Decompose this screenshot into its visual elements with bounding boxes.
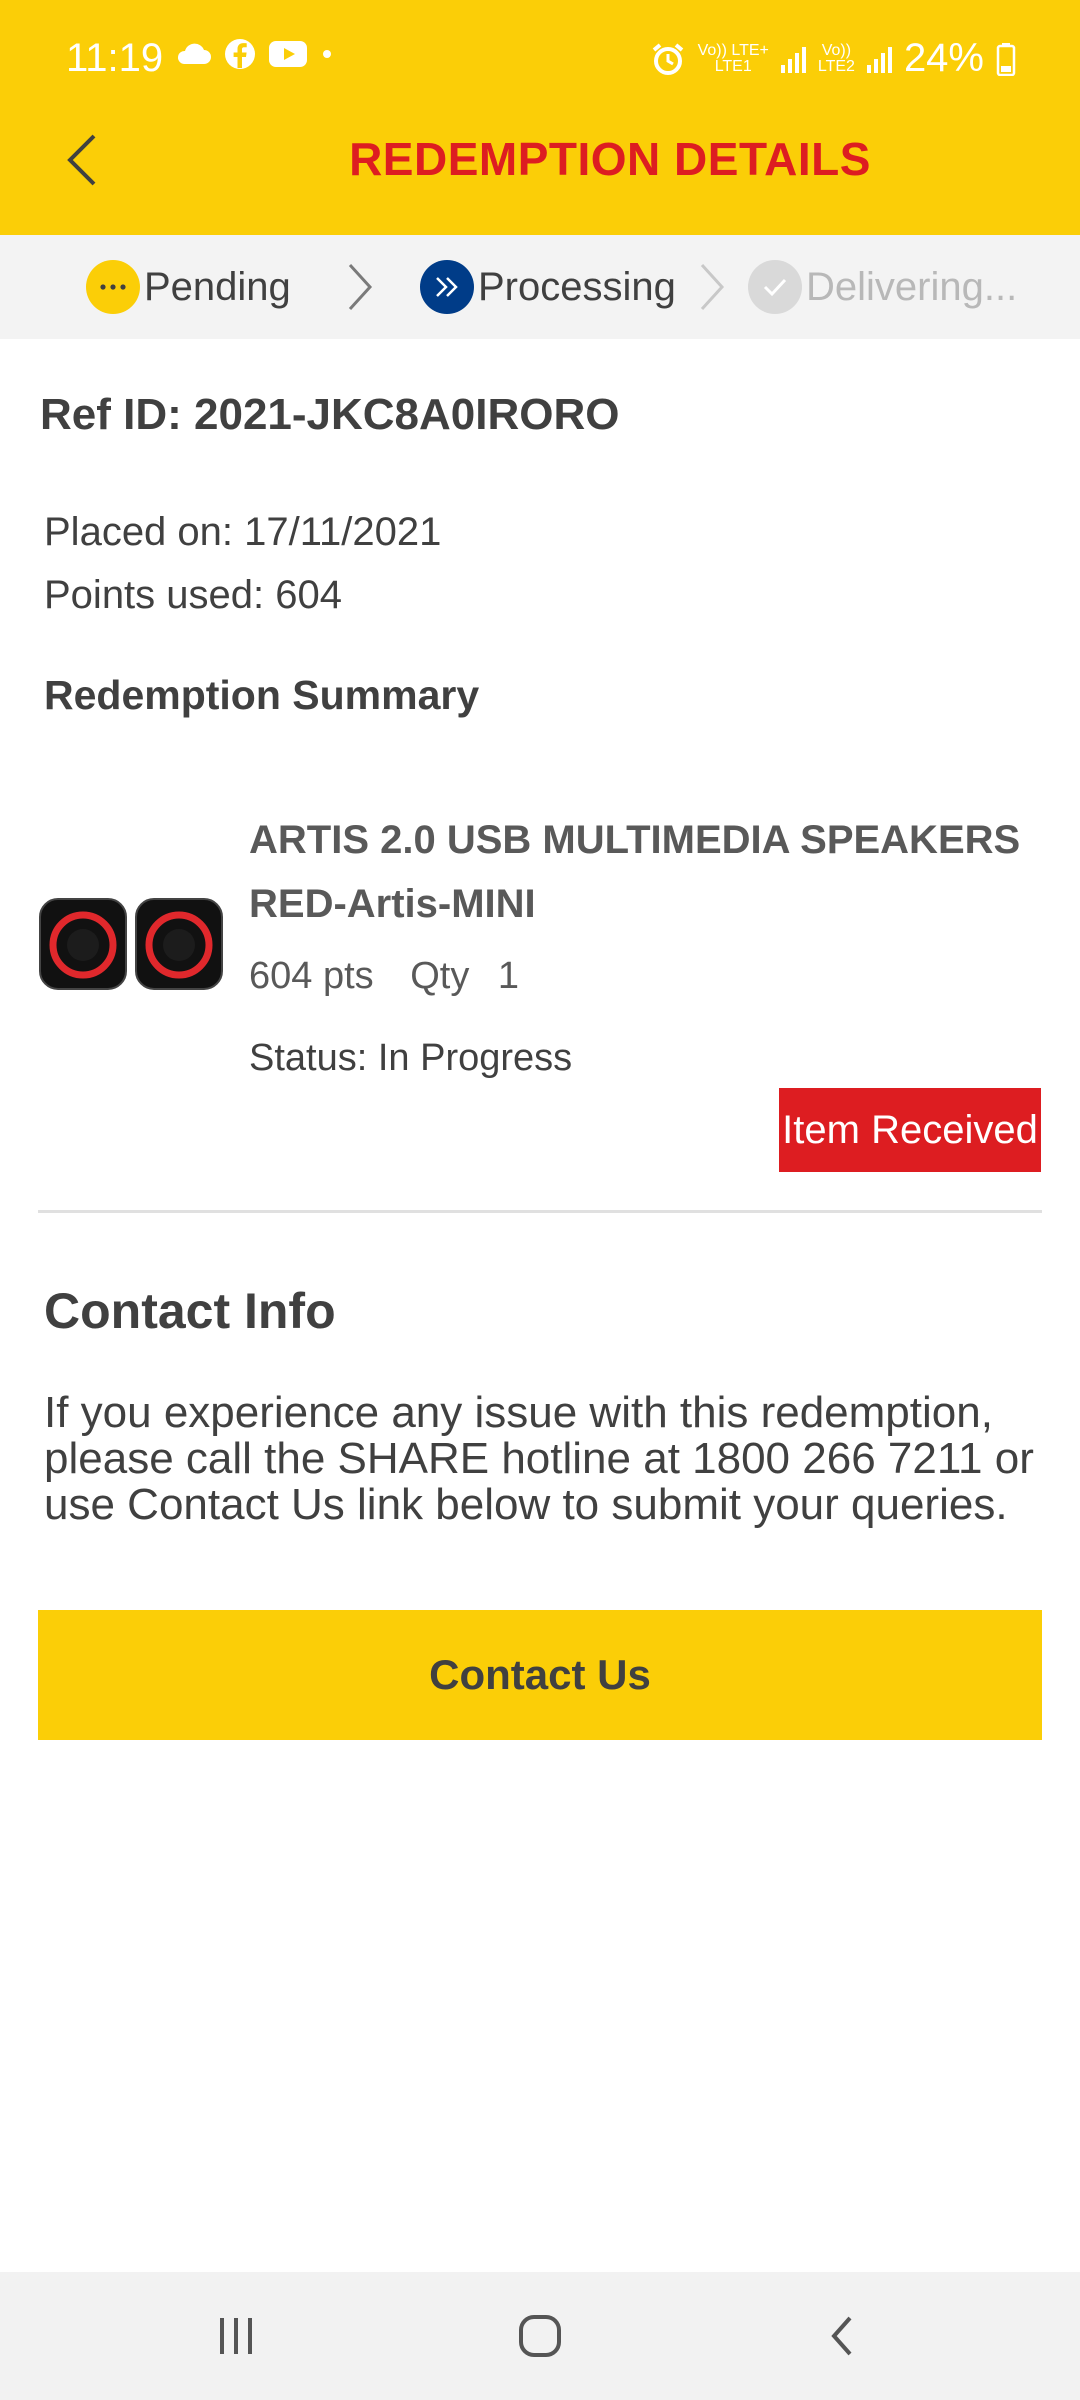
status-bar: 11:19 Vo)) LTE+ LTE1 Vo)) LTE2 24%	[0, 0, 1080, 120]
step-pending: Pending	[86, 259, 291, 315]
signal-icon	[866, 45, 892, 73]
ellipsis-icon	[86, 260, 140, 314]
contact-info-title: Contact Info	[44, 1283, 336, 1339]
home-button[interactable]	[500, 2296, 580, 2376]
divider	[38, 1210, 1042, 1213]
signal-icon	[780, 45, 806, 73]
qty-value: 1	[497, 955, 520, 997]
check-icon	[748, 260, 802, 314]
points-used: Points used: 604	[44, 573, 342, 617]
facebook-icon	[225, 39, 255, 69]
app-header: 11:19 Vo)) LTE+ LTE1 Vo)) LTE2 24% REDEM…	[0, 0, 1080, 235]
alarm-icon	[652, 42, 683, 75]
redemption-summary-title: Redemption Summary	[44, 672, 480, 718]
page-title: REDEMPTION DETAILS	[349, 133, 871, 185]
step-processing: Processing	[420, 259, 676, 315]
ref-id: Ref ID: 2021-JKC8A0IRORO	[40, 390, 620, 439]
battery-icon	[996, 42, 1016, 76]
chevron-right-icon	[348, 263, 373, 311]
product-status: Status: In Progress	[249, 1037, 573, 1079]
status-stepper: Pending Processing Delivering...	[0, 235, 1080, 339]
item-received-button[interactable]: Item Received	[779, 1088, 1041, 1172]
system-nav-bar	[0, 2272, 1080, 2400]
recent-apps-button[interactable]	[196, 2296, 276, 2376]
redemption-details-screen: 11:19 Vo)) LTE+ LTE1 Vo)) LTE2 24% REDEM…	[0, 0, 1080, 2400]
step-delivering: Delivering...	[748, 259, 1017, 315]
chevron-right-icon	[700, 263, 725, 311]
placed-on: Placed on: 17/11/2021	[44, 510, 442, 554]
product-points-qty: 604 pts Qty 1	[249, 955, 545, 998]
cloud-icon	[177, 43, 211, 64]
product-points: 604 pts	[249, 955, 374, 997]
system-back-button[interactable]	[802, 2296, 882, 2376]
battery-level: 24%	[903, 36, 984, 80]
recent-apps-icon	[220, 2318, 252, 2354]
double-chevron-icon	[420, 260, 474, 314]
contact-us-button[interactable]: Contact Us	[38, 1610, 1042, 1740]
qty-label: Qty	[410, 955, 470, 997]
home-icon	[519, 2315, 561, 2357]
dot-icon	[323, 50, 331, 58]
product-image	[39, 898, 223, 990]
status-time: 11:19	[66, 36, 164, 80]
back-icon	[831, 2316, 852, 2356]
youtube-icon	[269, 41, 307, 67]
product-name: ARTIS 2.0 USB MULTIMEDIA SPEAKERS RED-Ar…	[249, 818, 1021, 926]
contact-info-text: If you experience any issue with this re…	[44, 1388, 1034, 1529]
